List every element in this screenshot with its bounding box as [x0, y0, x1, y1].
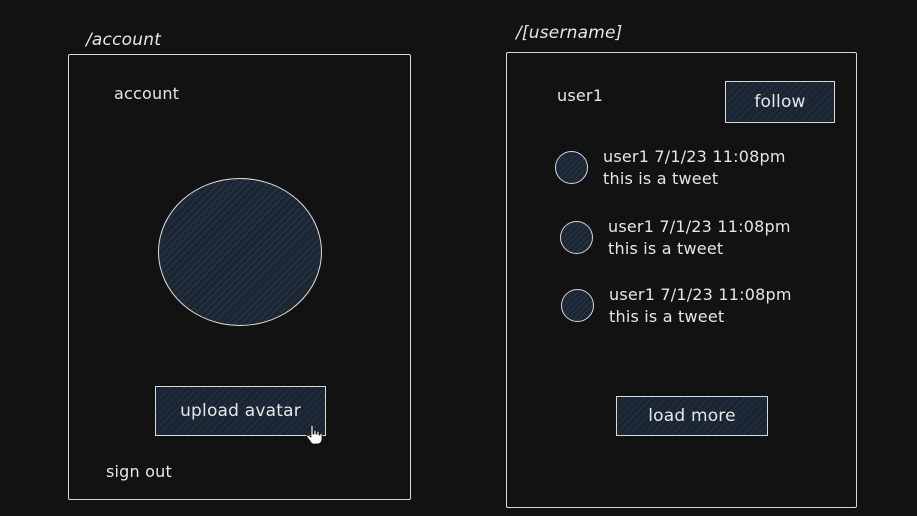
tweet-avatar	[561, 289, 594, 322]
tweet-item: user1 7/1/23 11:08pm this is a tweet	[555, 147, 815, 191]
account-route-label: /account	[86, 30, 162, 50]
account-title: account	[114, 84, 180, 103]
tweet-body: this is a tweet	[608, 239, 724, 258]
tweet-meta: user1 7/1/23 11:08pm	[608, 217, 791, 236]
follow-button[interactable]: follow	[725, 81, 835, 123]
upload-avatar-button[interactable]: upload avatar	[155, 386, 326, 436]
profile-route-label: /[username]	[516, 23, 623, 43]
sign-out-link[interactable]: sign out	[106, 462, 172, 481]
tweet-meta: user1 7/1/23 11:08pm	[603, 147, 786, 166]
tweet-meta: user1 7/1/23 11:08pm	[609, 285, 792, 304]
profile-username: user1	[557, 86, 604, 105]
tweet-body: this is a tweet	[603, 169, 719, 188]
tweet-avatar	[555, 151, 588, 184]
account-avatar-circle[interactable]	[158, 178, 322, 326]
tweet-body: this is a tweet	[609, 307, 725, 326]
load-more-button[interactable]: load more	[616, 396, 768, 436]
tweet-item: user1 7/1/23 11:08pm this is a tweet	[561, 285, 821, 329]
tweet-item: user1 7/1/23 11:08pm this is a tweet	[560, 217, 820, 261]
tweet-avatar	[560, 221, 593, 254]
hand-pointer-icon	[306, 425, 323, 445]
